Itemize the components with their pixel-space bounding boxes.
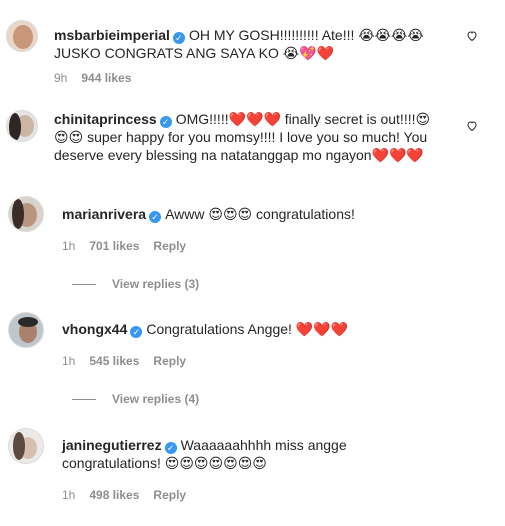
verified-badge-icon: ✓ (164, 442, 177, 454)
comment-body-line2: congratulations! 😍😍😍😍😍😍😍 (62, 455, 267, 471)
like-count[interactable]: 498 likes (89, 488, 139, 502)
like-count[interactable]: 545 likes (89, 354, 139, 368)
comment-body-line1: Awww 😍😍😍 congratulations! (165, 206, 355, 222)
username[interactable]: marianrivera (62, 206, 146, 222)
reply-button[interactable]: Reply (153, 488, 186, 502)
username[interactable]: msbarbieimperial (54, 27, 170, 43)
comment-meta: 1h 498 likes Reply (62, 487, 200, 503)
view-replies-label[interactable]: View replies (4) (112, 392, 199, 406)
divider (72, 284, 96, 286)
comment-text: marianrivera ✓ Awww 😍😍😍 congratulations! (62, 205, 355, 223)
comment-body-line1: Waaaaaahhhh miss angge (180, 437, 347, 453)
comment-body-line1: Congratulations Angge! ❤️❤️❤️ (146, 321, 349, 337)
verified-badge-icon: ✓ (172, 32, 185, 44)
reply-button[interactable]: Reply (153, 354, 186, 368)
comment-meta: 1h 545 likes Reply (62, 353, 200, 369)
comment-text: msbarbieimperial ✓ OH MY GOSH!!!!!!!!!! At… (54, 26, 454, 62)
comment-body-line2: 😍😍 super happy for you momsy!!!! I love … (54, 129, 428, 145)
heart-outline-icon[interactable] (466, 120, 478, 132)
view-replies-link[interactable]: View replies (4) (72, 391, 199, 407)
verified-badge-icon: ✓ (159, 116, 172, 128)
avatar[interactable] (8, 312, 44, 348)
comment-body-line2: JUSKO CONGRATS ANG SAYA KO 😭💖❤️ (54, 45, 334, 61)
view-replies-link[interactable]: View replies (3) (72, 276, 199, 292)
view-replies-label[interactable]: View replies (3) (112, 277, 199, 291)
comment-time[interactable]: 1h (62, 354, 75, 368)
comment-body-line1: OH MY GOSH!!!!!!!!!! Ate!!! 😭😭😭😭 (188, 27, 424, 43)
username[interactable]: chinitaprincess (54, 111, 157, 127)
comment-body-line1: OMG!!!!!❤️❤️❤️ finally secret is out!!!!… (175, 111, 431, 127)
avatar[interactable] (6, 20, 38, 52)
username[interactable]: janinegutierrez (62, 437, 162, 453)
comment-text: chinitaprincess ✓ OMG!!!!!❤️❤️❤️ finally s… (54, 110, 464, 164)
comment-time[interactable]: 1h (62, 239, 75, 253)
avatar[interactable] (8, 428, 44, 464)
avatar[interactable] (8, 196, 44, 232)
username[interactable]: vhongx44 (62, 321, 127, 337)
divider (72, 399, 96, 401)
avatar[interactable] (6, 110, 38, 142)
comment-text: vhongx44 ✓ Congratulations Angge! ❤️❤️❤️ (62, 320, 348, 338)
comment-time[interactable]: 1h (62, 488, 75, 502)
like-count[interactable]: 701 likes (89, 239, 139, 253)
comment-text: janinegutierrez ✓ Waaaaaahhhh miss angge c… (62, 436, 347, 472)
verified-badge-icon: ✓ (130, 326, 143, 338)
comment-body-line3: deserve every blessing na natatanggap mo… (54, 147, 424, 163)
like-count[interactable]: 944 likes (81, 71, 131, 85)
comment-meta: 1h 701 likes Reply (62, 238, 200, 254)
heart-outline-icon[interactable] (466, 30, 478, 42)
verified-badge-icon: ✓ (149, 211, 162, 223)
comment-meta: 9h 944 likes (54, 70, 145, 86)
comment-time[interactable]: 9h (54, 71, 67, 85)
reply-button[interactable]: Reply (153, 239, 186, 253)
